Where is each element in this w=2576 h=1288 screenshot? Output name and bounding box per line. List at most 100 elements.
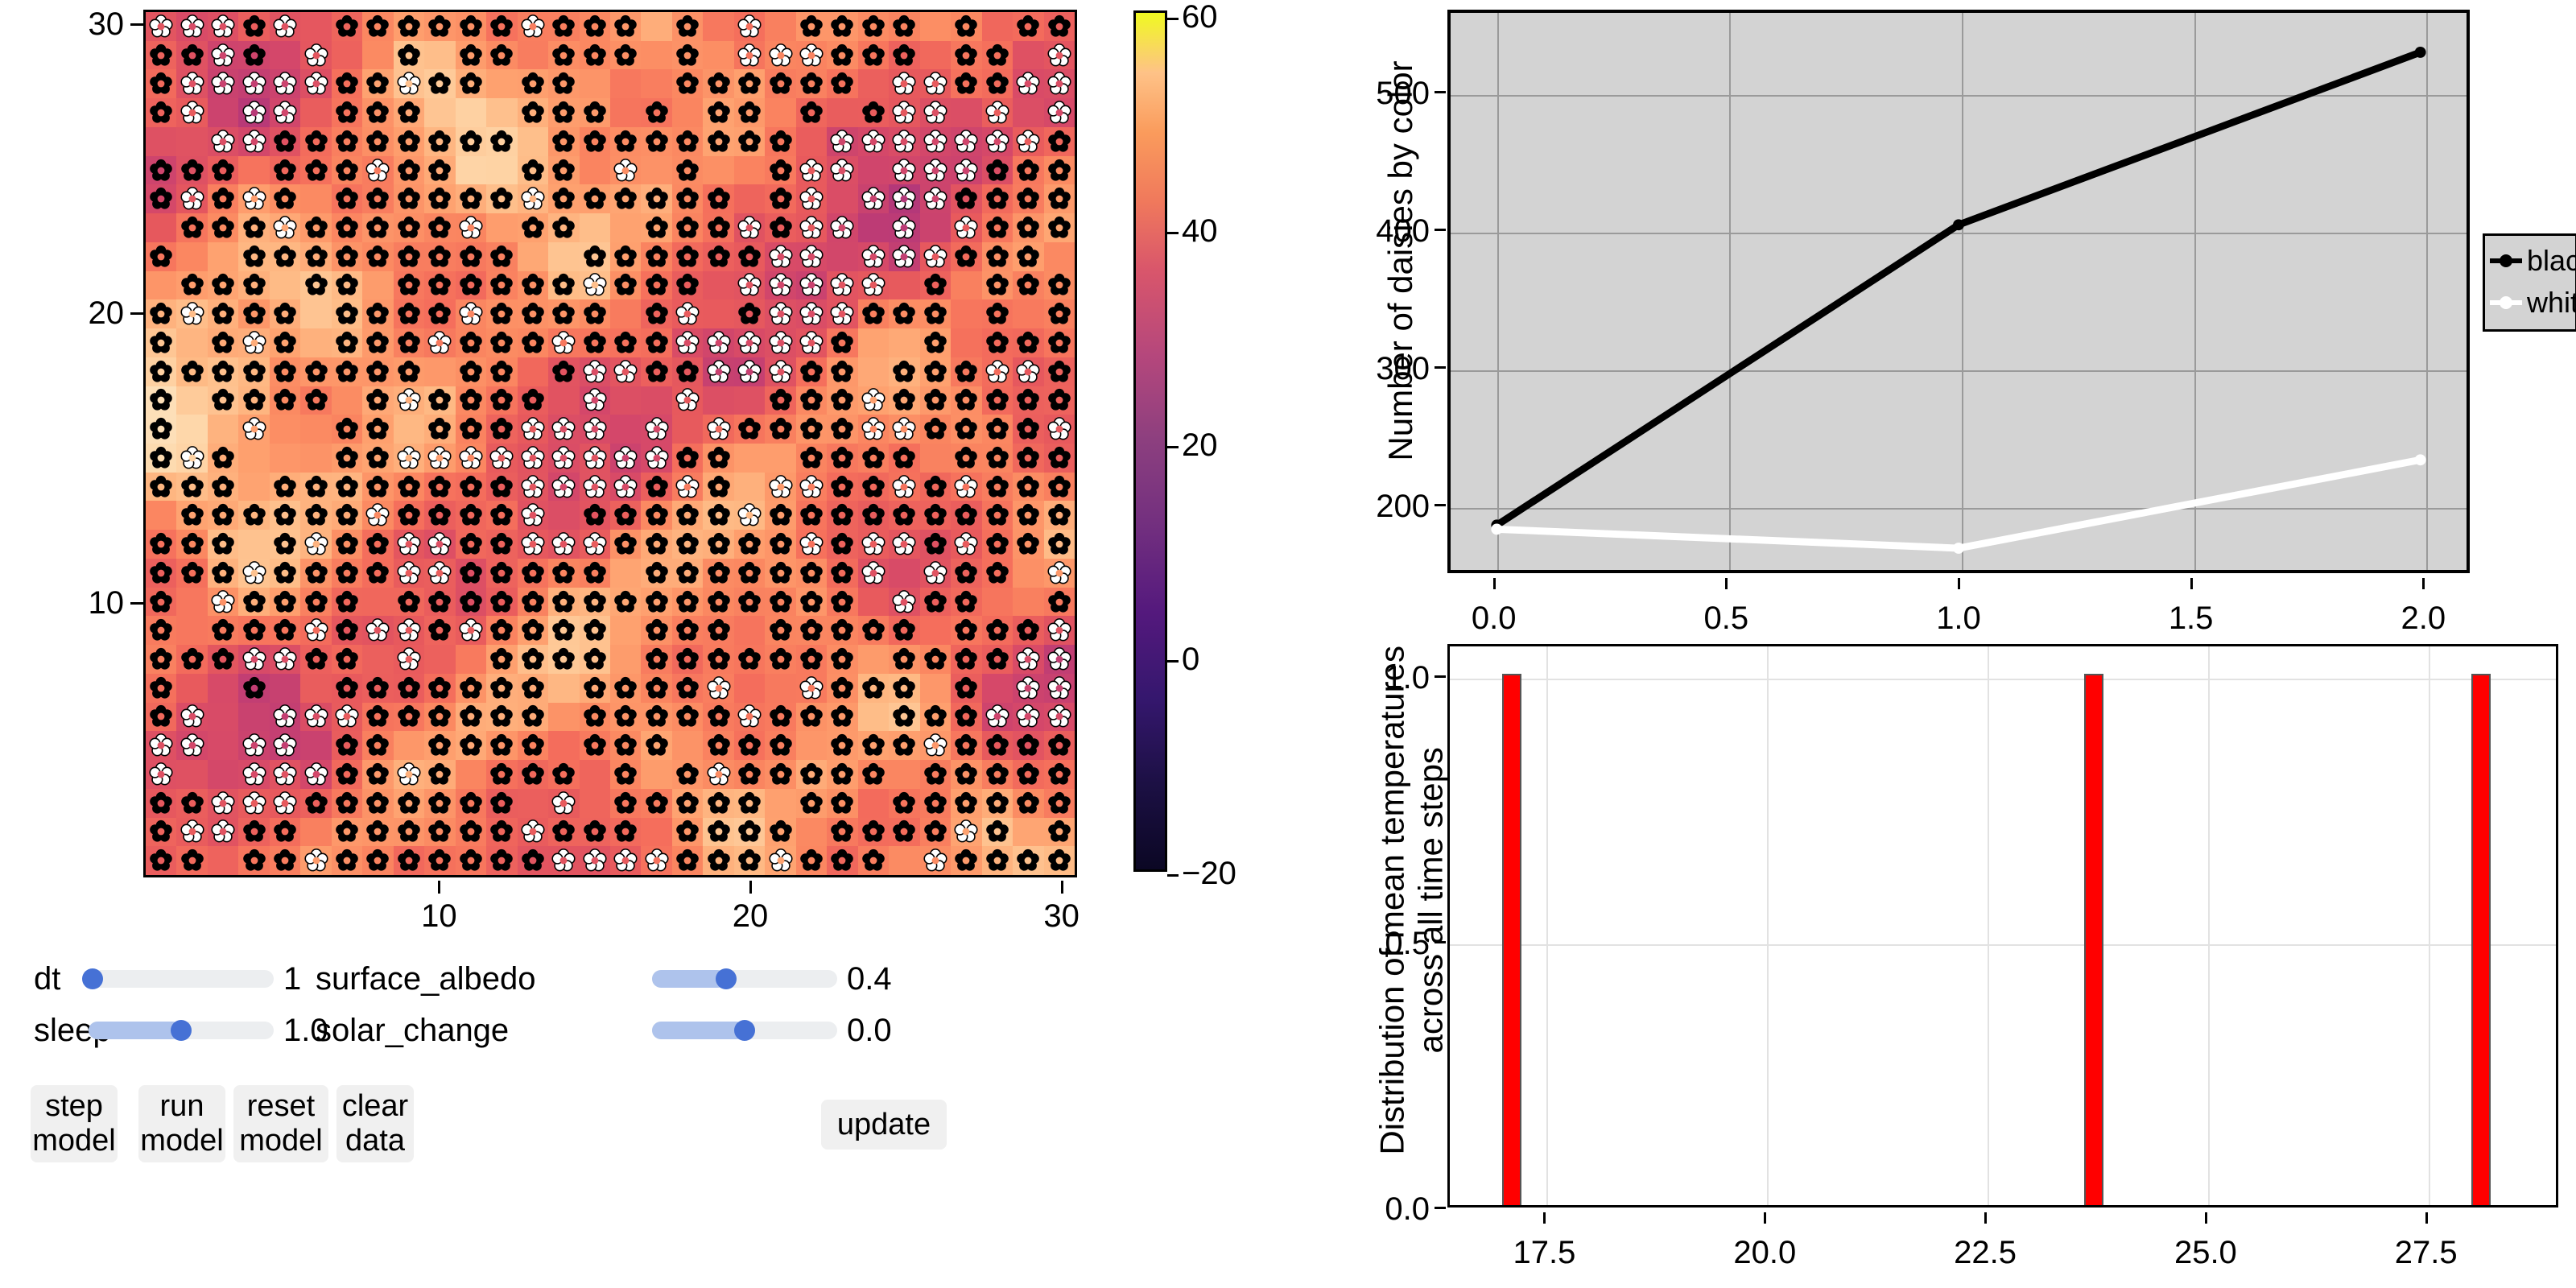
black-daisy-icon <box>829 589 857 614</box>
grid-cell <box>857 817 890 847</box>
grid-cell <box>1013 98 1044 127</box>
update-button[interactable]: update <box>821 1100 947 1150</box>
black-daisy-icon <box>952 791 980 815</box>
grid-cell <box>1043 69 1075 99</box>
black-daisy-icon <box>581 646 609 671</box>
legend-item-black[interactable]: black <box>2490 242 2576 279</box>
grid-cell <box>207 702 239 732</box>
white-daisy-icon <box>860 388 887 413</box>
black-daisy-icon <box>891 733 919 758</box>
white-daisy-icon <box>674 301 701 326</box>
grid-cell <box>795 846 828 875</box>
black-daisy-icon <box>767 646 795 671</box>
grid-cell <box>393 213 425 242</box>
black-daisy-icon <box>798 100 825 125</box>
black-daisy-icon <box>303 646 330 671</box>
black-daisy-icon <box>519 72 547 97</box>
black-daisy-icon <box>952 704 980 729</box>
slider-surface_albedo[interactable] <box>652 968 837 989</box>
black-daisy-icon <box>427 675 454 700</box>
black-daisy-icon <box>1014 733 1042 758</box>
black-daisy-icon <box>427 416 454 441</box>
slider-solar_change[interactable] <box>652 1020 837 1041</box>
step-model-button[interactable]: step model <box>31 1085 118 1162</box>
black-daisy-icon <box>674 704 701 729</box>
black-daisy-icon <box>147 445 175 470</box>
black-daisy-icon <box>241 589 268 614</box>
black-daisy-icon <box>984 330 1011 355</box>
grid-cell <box>703 213 734 242</box>
run-model-button[interactable]: run model <box>138 1085 225 1162</box>
grid-cell <box>393 357 425 386</box>
white-daisy-icon <box>241 560 268 585</box>
grid-cell <box>889 444 920 473</box>
grid-cell <box>146 242 177 271</box>
white-daisy-icon <box>550 416 577 441</box>
white-daisy-icon <box>612 158 639 183</box>
histogram-bar <box>2083 673 2103 1205</box>
black-daisy-icon <box>427 848 454 873</box>
black-daisy-icon <box>395 330 423 355</box>
black-daisy-icon <box>209 445 237 470</box>
grid-cell <box>671 40 704 70</box>
grid-cell <box>455 817 487 847</box>
histogram-plot-area[interactable] <box>1447 644 2558 1208</box>
black-daisy-icon <box>1014 187 1042 212</box>
reset-model-button[interactable]: reset model <box>233 1085 328 1162</box>
black-daisy-icon <box>581 503 609 528</box>
grid-cell <box>827 98 858 127</box>
black-daisy-icon <box>705 187 733 212</box>
black-daisy-icon <box>550 819 577 844</box>
black-daisy-icon <box>488 187 515 212</box>
grid-cell <box>548 357 580 386</box>
white-daisy-icon <box>798 158 825 183</box>
grid-cell <box>517 645 549 674</box>
black-daisy-icon <box>952 416 980 441</box>
grid-cell <box>671 673 704 703</box>
grid-cell <box>486 645 518 674</box>
black-daisy-icon <box>984 187 1011 212</box>
grid-cell <box>486 357 518 386</box>
white-daisy-icon <box>550 791 577 815</box>
grid-cell <box>733 444 766 473</box>
grid-cell <box>238 645 270 674</box>
white-daisy-icon <box>891 72 919 97</box>
black-daisy-icon <box>736 560 763 585</box>
white-daisy-icon <box>303 43 330 68</box>
grid-cell <box>827 472 858 502</box>
grid-cell <box>424 673 456 703</box>
black-daisy-icon <box>581 129 609 154</box>
slider-knob-solar_change[interactable] <box>734 1020 755 1041</box>
black-daisy-icon <box>457 330 485 355</box>
line-chart-legend[interactable]: black white <box>2483 233 2576 332</box>
grid-cell <box>517 788 549 818</box>
white-daisy-icon <box>581 445 609 470</box>
grid-cell <box>641 386 672 415</box>
legend-item-white[interactable]: white <box>2490 284 2576 321</box>
line-chart-plot-area[interactable] <box>1447 10 2470 573</box>
grid-cell <box>517 328 549 357</box>
grid-cell <box>269 415 301 444</box>
grid-cell <box>733 126 766 156</box>
black-daisy-icon <box>519 704 547 729</box>
grid-cell <box>362 12 394 41</box>
black-daisy-icon <box>427 158 454 183</box>
white-daisy-icon <box>271 215 299 240</box>
black-daisy-icon <box>860 14 887 39</box>
histogram-vertical-gridline <box>1767 646 1769 1205</box>
white-daisy-icon <box>860 531 887 556</box>
histogram-x-tick-mark <box>2204 1212 2207 1224</box>
clear-data-button[interactable]: clear data <box>336 1085 414 1162</box>
grid-cell <box>455 587 487 617</box>
black-daisy-icon <box>984 158 1011 183</box>
black-daisy-icon <box>829 43 857 68</box>
grid-cell <box>765 328 796 357</box>
grid-cell <box>424 98 456 127</box>
grid-cell <box>857 98 890 127</box>
slider-label-solar_change: solar_change <box>316 1013 510 1048</box>
daisyworld-grid[interactable] <box>143 10 1077 877</box>
grid-cell <box>207 616 239 646</box>
white-daisy-icon <box>365 503 392 528</box>
grid-cell <box>455 299 487 329</box>
slider-knob-surface_albedo[interactable] <box>716 968 737 989</box>
